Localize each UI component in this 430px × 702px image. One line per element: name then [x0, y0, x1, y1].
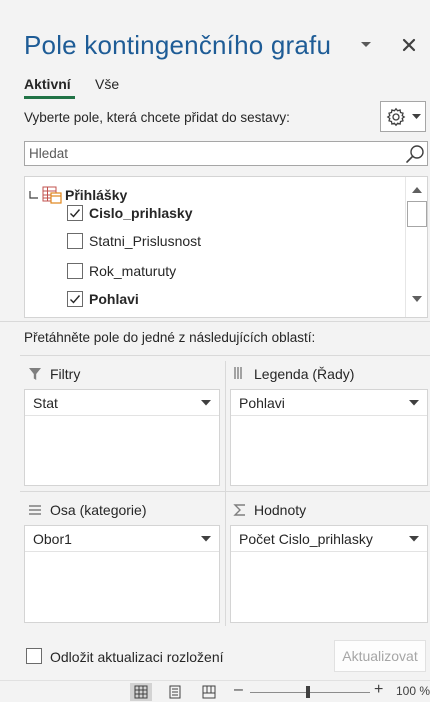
table-icon [42, 186, 62, 204]
table-name: Přihlášky [65, 187, 128, 203]
page-break-icon [202, 685, 216, 699]
field-checkbox[interactable] [67, 263, 83, 279]
zoom-out-button[interactable]: – [234, 681, 243, 699]
chevron-down-icon[interactable] [409, 536, 419, 542]
grid-view-icon [134, 685, 148, 699]
area-field-label: Obor1 [33, 531, 72, 547]
scroll-down-icon[interactable] [406, 290, 428, 308]
rows-icon [29, 505, 41, 515]
filter-icon [29, 368, 41, 380]
area-field-label: Počet Cislo_prihlasky [239, 531, 373, 547]
filters-area-title: Filtry [50, 366, 81, 382]
search-icon[interactable] [405, 144, 425, 164]
values-area-title: Hodnoty [254, 502, 307, 518]
areas-divider-top [20, 355, 430, 356]
status-bar: – + 100 % [0, 680, 430, 702]
field-checkbox[interactable] [67, 205, 83, 221]
area-field-label: Pohlavi [239, 395, 285, 411]
chevron-down-icon [412, 114, 421, 119]
tab-all[interactable]: Vše [95, 76, 119, 92]
areas-divider-vertical [225, 361, 226, 626]
area-field-label: Stat [33, 395, 58, 411]
search-box [24, 141, 428, 166]
scroll-up-icon[interactable] [406, 181, 428, 199]
field-selection-instruction: Vyberte pole, která chcete přidat do ses… [24, 110, 290, 125]
field-list: Přihlášky Cislo_prihlasky Statni_Prislus… [24, 176, 428, 318]
areas-divider-middle [20, 491, 430, 492]
defer-layout-update-label[interactable]: Odložit aktualizaci rozložení [50, 649, 224, 665]
columns-icon [234, 367, 242, 379]
values-field-pocet-cislo-prihlasky[interactable]: Počet Cislo_prihlasky [231, 526, 427, 552]
filters-field-stat[interactable]: Stat [25, 390, 219, 416]
field-label: Cislo_prihlasky [89, 205, 193, 221]
legend-area-drop-zone[interactable]: Pohlavi [230, 389, 428, 486]
filters-area-drop-zone[interactable]: Stat [24, 389, 220, 486]
axis-area-title: Osa (kategorie) [50, 502, 147, 518]
pane-options-caret-icon[interactable] [358, 36, 374, 52]
field-label: Statni_Prislusnost [89, 233, 202, 249]
chevron-down-icon[interactable] [409, 400, 419, 406]
zoom-level[interactable]: 100 % [396, 684, 430, 698]
scroll-thumb[interactable] [407, 201, 427, 227]
field-label: Rok_maturuty [89, 263, 177, 279]
axis-area-drop-zone[interactable]: Obor1 [24, 525, 220, 623]
defer-layout-update-checkbox[interactable] [26, 648, 42, 664]
pane-title: Pole kontingenčního grafu [24, 30, 332, 60]
gear-icon [386, 107, 406, 127]
tab-active-underline [24, 96, 75, 99]
zoom-in-button[interactable]: + [374, 681, 383, 699]
search-input[interactable] [29, 144, 389, 163]
update-button[interactable]: Aktualizovat [334, 640, 426, 672]
zoom-slider[interactable] [250, 692, 370, 693]
close-icon[interactable] [400, 36, 418, 54]
section-divider [0, 321, 430, 322]
field-checkbox[interactable] [67, 291, 83, 307]
axis-field-obor1[interactable]: Obor1 [25, 526, 219, 552]
chevron-down-icon[interactable] [201, 400, 211, 406]
drag-instruction: Přetáhněte pole do jedné z následujících… [24, 330, 316, 345]
sigma-icon [233, 504, 245, 516]
values-area-drop-zone[interactable]: Počet Cislo_prihlasky [230, 525, 428, 623]
page-layout-view-button[interactable] [164, 683, 186, 701]
legend-area-title: Legenda (Řady) [254, 366, 355, 382]
field-checkbox[interactable] [67, 233, 83, 249]
legend-field-pohlavi[interactable]: Pohlavi [231, 390, 427, 416]
checkmark-icon [70, 295, 81, 304]
zoom-slider-thumb[interactable] [305, 686, 310, 698]
checkmark-icon [70, 209, 81, 218]
field-label: Pohlavi [89, 291, 139, 307]
normal-view-button[interactable] [130, 683, 152, 701]
tools-button[interactable] [380, 101, 426, 132]
tree-collapse-icon[interactable] [29, 189, 39, 201]
field-list-scrollbar[interactable] [405, 177, 428, 317]
page-break-view-button[interactable] [198, 683, 220, 701]
tab-active[interactable]: Aktivní [24, 76, 71, 92]
page-layout-icon [169, 685, 181, 699]
chevron-down-icon[interactable] [201, 536, 211, 542]
